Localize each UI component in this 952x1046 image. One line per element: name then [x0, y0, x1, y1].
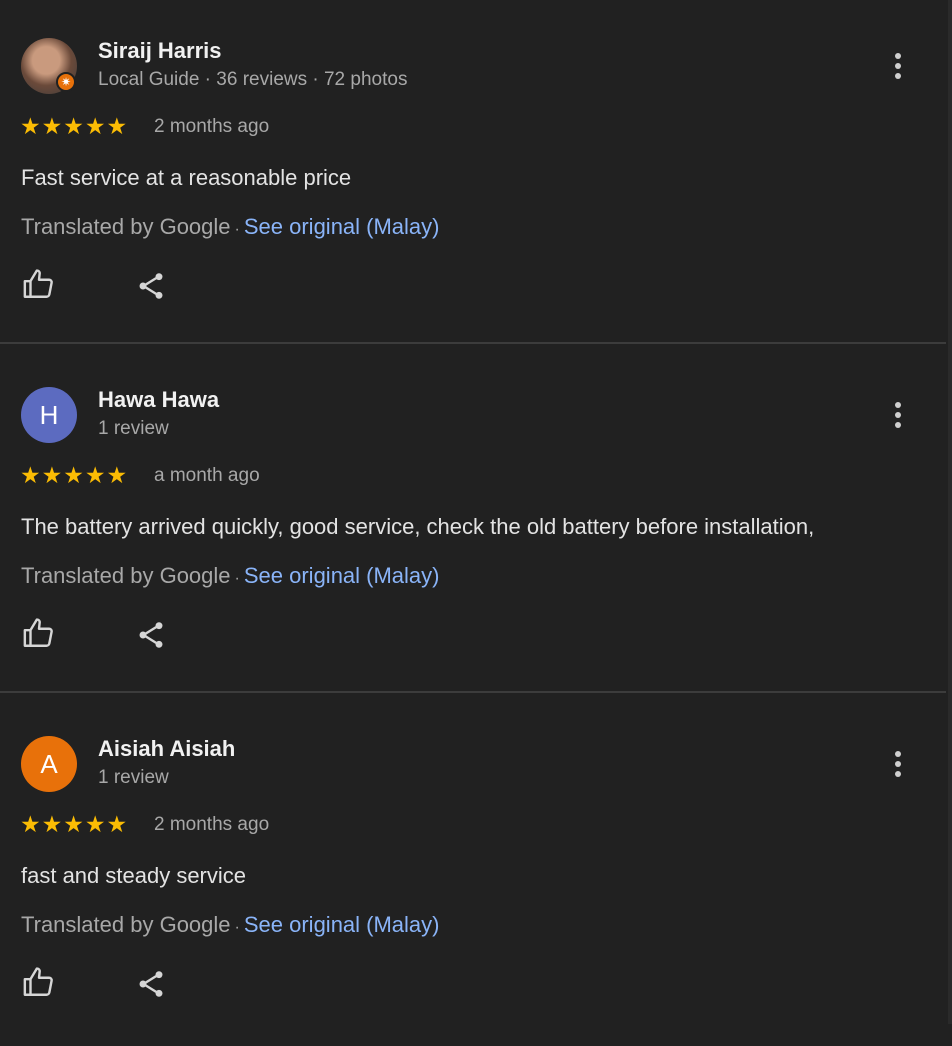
share-icon[interactable] — [135, 619, 167, 651]
thumbs-up-icon[interactable] — [22, 616, 56, 650]
local-guide-badge-icon: ✷ — [56, 72, 76, 92]
review-card: ✷ Siraij Harris Local Guide · 36 reviews… — [0, 0, 946, 348]
review-date: a month ago — [154, 465, 260, 486]
more-vert-icon[interactable] — [884, 48, 912, 84]
review-text: fast and steady service — [21, 863, 247, 888]
see-original-link[interactable]: See original (Malay) — [244, 563, 440, 588]
reviewer-meta: 1 review — [98, 767, 169, 788]
divider — [0, 342, 946, 344]
thumbs-up-icon[interactable] — [22, 965, 56, 999]
translated-by-label: Translated by Google — [21, 214, 231, 239]
star-rating: ★★★★★ — [20, 811, 129, 837]
review-text: The battery arrived quickly, good servic… — [21, 514, 815, 539]
more-vert-icon[interactable] — [884, 746, 912, 782]
avatar[interactable]: H — [21, 387, 77, 443]
translation-line: Translated by Google · See original (Malay… — [21, 912, 440, 938]
translation-line: Translated by Google · See original (Malay… — [21, 563, 440, 589]
divider — [0, 691, 946, 693]
reviewer-meta: 1 review — [98, 418, 169, 439]
see-original-link[interactable]: See original (Malay) — [244, 912, 440, 937]
translated-by-label: Translated by Google — [21, 563, 231, 588]
star-rating: ★★★★★ — [20, 113, 129, 139]
avatar[interactable]: A — [21, 736, 77, 792]
reviewer-name[interactable]: Hawa Hawa — [98, 387, 219, 413]
more-vert-icon[interactable] — [884, 397, 912, 433]
star-rating: ★★★★★ — [20, 462, 129, 488]
share-icon[interactable] — [135, 270, 167, 302]
reviewer-name[interactable]: Siraij Harris — [98, 38, 222, 64]
review-date: 2 months ago — [154, 814, 270, 835]
review-date: 2 months ago — [154, 116, 270, 137]
scroll-edge — [948, 0, 952, 1024]
translation-line: Translated by Google · See original (Malay… — [21, 214, 440, 240]
separator-dot: · — [234, 221, 240, 238]
see-original-link[interactable]: See original (Malay) — [244, 214, 440, 239]
separator-dot: · — [234, 570, 240, 587]
review-card: A Aisiah Aisiah 1 review ★★★★★ 2 months … — [0, 698, 946, 1046]
review-text: Fast service at a reasonable price — [21, 165, 352, 190]
translated-by-label: Translated by Google — [21, 912, 231, 937]
review-card: H Hawa Hawa 1 review ★★★★★ a month ago T… — [0, 349, 946, 697]
thumbs-up-icon[interactable] — [22, 267, 56, 301]
separator-dot: · — [234, 919, 240, 936]
reviewer-meta: Local Guide · 36 reviews · 72 photos — [98, 69, 408, 90]
share-icon[interactable] — [135, 968, 167, 1000]
reviewer-name[interactable]: Aisiah Aisiah — [98, 736, 235, 762]
